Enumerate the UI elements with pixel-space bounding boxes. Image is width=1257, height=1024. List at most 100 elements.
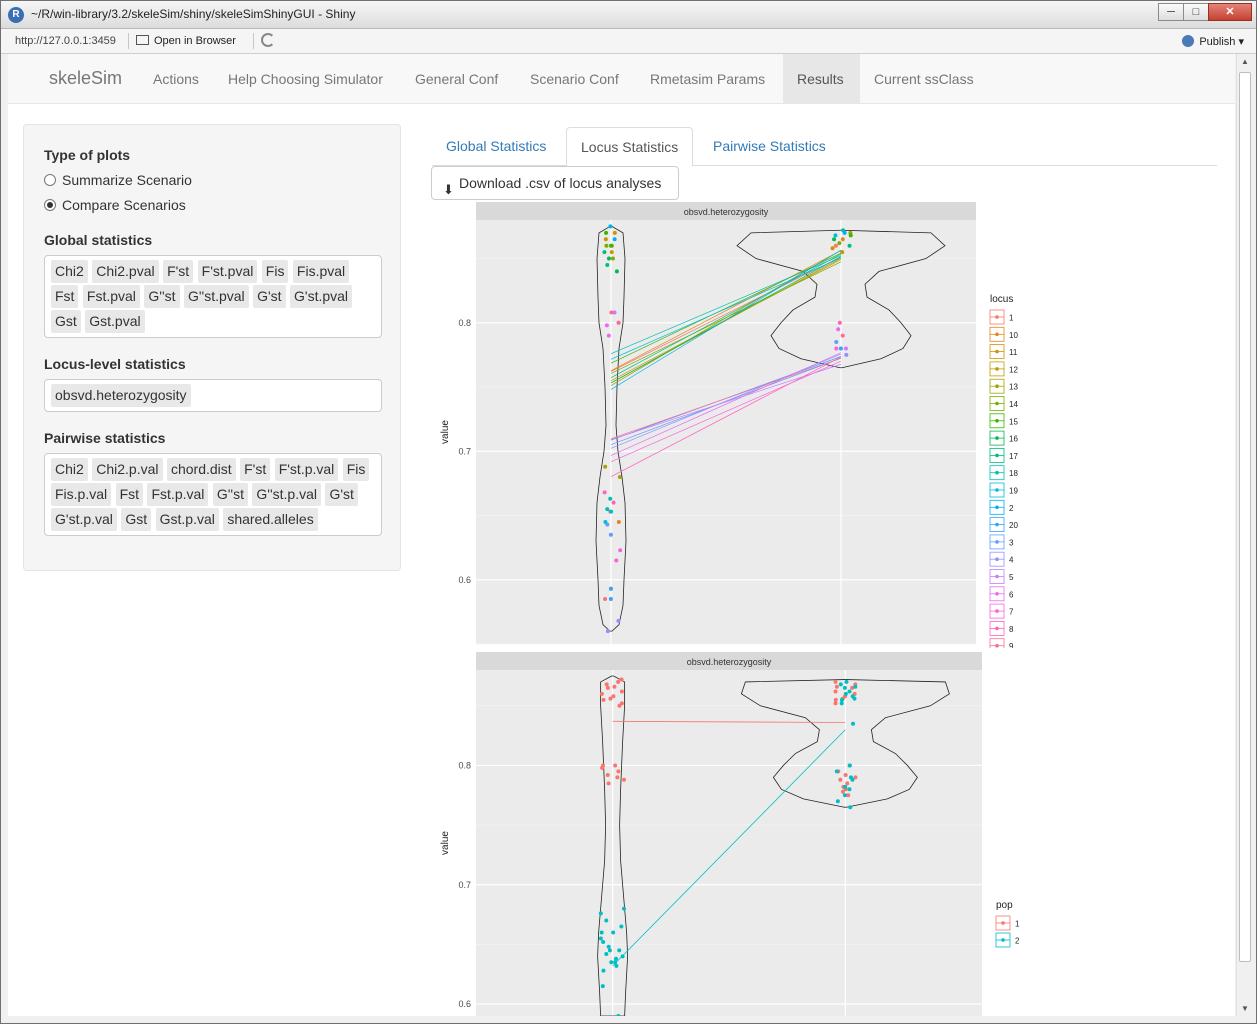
legend-entry: 15 <box>1009 417 1018 426</box>
selected-chip[interactable]: Fst.p.val <box>147 483 209 506</box>
url-display[interactable]: http://127.0.0.1:3459 <box>15 35 116 47</box>
selected-chip[interactable]: Gst.p.val <box>155 508 219 531</box>
data-point <box>616 618 621 623</box>
data-point <box>604 323 609 328</box>
y-tick-label: 0.7 <box>458 880 471 890</box>
data-point <box>853 684 858 689</box>
selected-chip[interactable]: shared.alleles <box>223 508 318 531</box>
scroll-down-icon[interactable]: ▼ <box>1241 1004 1249 1013</box>
maximize-button[interactable]: □ <box>1183 3 1209 21</box>
refresh-icon[interactable] <box>261 33 275 47</box>
data-point <box>839 701 844 706</box>
selected-chip[interactable]: G''st.p.val <box>252 483 322 506</box>
nav-actions[interactable]: Actions <box>139 54 213 104</box>
radio-dot[interactable] <box>44 199 56 211</box>
legend-entry: 12 <box>1009 365 1018 374</box>
data-point <box>610 256 615 261</box>
selected-chip[interactable]: F'st <box>163 260 194 283</box>
selected-chip[interactable]: chord.dist <box>166 458 236 481</box>
selected-chip[interactable]: G''st.pval <box>183 285 249 308</box>
data-point <box>850 777 855 782</box>
tab-locus-statistics[interactable]: Locus Statistics <box>566 127 694 167</box>
nav-current-ssclass[interactable]: Current ssClass <box>860 54 988 104</box>
nav-scenario-conf[interactable]: Scenario Conf <box>516 54 633 104</box>
data-point <box>836 327 841 332</box>
close-button[interactable]: ✕ <box>1208 3 1252 21</box>
pairwise-statistics-select[interactable]: Chi2 Chi2.p.val chord.dist F'st F'st.p.v… <box>44 453 382 536</box>
selected-chip[interactable]: Fst <box>115 483 144 506</box>
download-csv-button[interactable]: Download .csv of locus analyses <box>431 166 679 206</box>
selected-chip[interactable]: obsvd.heterozygosity <box>51 384 191 407</box>
pairwise-statistics-heading: Pairwise statistics <box>44 430 166 446</box>
data-point <box>842 230 847 235</box>
data-point <box>847 787 852 792</box>
selected-chip[interactable]: G'st <box>253 285 286 308</box>
selected-chip[interactable]: G'st.p.val <box>51 508 117 531</box>
selected-chip[interactable]: G'st <box>325 483 358 506</box>
selected-chip[interactable]: F'st.pval <box>197 260 258 283</box>
vertical-scrollbar[interactable]: ▲ ▼ <box>1236 54 1253 1016</box>
data-point <box>832 237 837 242</box>
scroll-up-icon[interactable]: ▲ <box>1241 57 1249 66</box>
data-point <box>598 911 603 916</box>
selected-chip[interactable]: G''st <box>144 285 180 308</box>
legend-entry: 19 <box>1009 487 1018 496</box>
legend-entry: 5 <box>1009 573 1014 582</box>
selected-chip[interactable]: Fis.p.val <box>51 483 112 506</box>
selected-chip[interactable]: Chi2.p.val <box>92 458 163 481</box>
selected-chip[interactable]: Chi2 <box>51 260 88 283</box>
download-icon <box>443 174 455 206</box>
data-point <box>605 685 610 690</box>
tab-global-statistics[interactable]: Global Statistics <box>432 127 560 166</box>
navbar-brand[interactable]: skeleSim <box>49 68 122 89</box>
legend-key-point <box>995 349 999 354</box>
nav-rmetasim-params[interactable]: Rmetasim Params <box>636 54 779 104</box>
tab-pairwise-statistics[interactable]: Pairwise Statistics <box>699 127 840 166</box>
data-point <box>848 233 853 238</box>
minimize-button[interactable]: ─ <box>1158 3 1184 21</box>
selected-chip[interactable]: Chi2 <box>51 458 88 481</box>
nav-help-choosing-simulator[interactable]: Help Choosing Simulator <box>214 54 397 104</box>
toolbar-divider <box>128 33 129 49</box>
selected-chip[interactable]: F'st <box>240 458 271 481</box>
scrollbar-thumb[interactable] <box>1239 72 1251 962</box>
data-point <box>848 805 853 810</box>
radio-summarize-scenario[interactable]: Summarize Scenario <box>44 172 192 188</box>
selected-chip[interactable]: Fst.pval <box>82 285 140 308</box>
selected-chip[interactable]: Fis <box>261 260 289 283</box>
data-point <box>613 763 618 768</box>
data-point <box>833 679 838 684</box>
legend-entry: 1 <box>1009 314 1014 323</box>
legend-entry: 2 <box>1009 504 1014 513</box>
selected-chip[interactable]: G'st.pval <box>290 285 353 308</box>
global-statistics-select[interactable]: Chi2 Chi2.pval F'st F'st.pval Fis Fis.pv… <box>44 255 382 338</box>
open-in-browser-button[interactable]: Open in Browser <box>136 35 236 47</box>
radio-compare-scenarios[interactable]: Compare Scenarios <box>44 197 186 213</box>
data-point <box>612 237 617 242</box>
selected-chip[interactable]: Gst <box>51 310 81 333</box>
nav-results[interactable]: Results <box>783 54 860 104</box>
selected-chip[interactable]: Fis <box>342 458 370 481</box>
selected-chip[interactable]: Gst <box>121 508 152 531</box>
data-point <box>604 230 609 235</box>
data-point <box>602 490 607 495</box>
legend-key-point <box>995 643 999 648</box>
selected-chip[interactable]: F'st.p.val <box>274 458 339 481</box>
legend-key-point <box>995 470 999 475</box>
nav-general-conf[interactable]: General Conf <box>401 54 512 104</box>
selected-chip[interactable]: Fis.pval <box>292 260 350 283</box>
data-point <box>847 763 852 768</box>
publish-button[interactable]: Publish ▾ <box>1182 35 1244 48</box>
locus-statistics-select[interactable]: obsvd.heterozygosity <box>44 379 382 412</box>
data-point <box>611 500 616 505</box>
radio-dot[interactable] <box>44 174 56 186</box>
selected-chip[interactable]: G''st <box>212 483 248 506</box>
legend-key-point <box>995 540 999 544</box>
legend-key-point <box>995 592 999 596</box>
data-point <box>621 906 626 911</box>
data-point <box>598 936 603 941</box>
selected-chip[interactable]: Chi2.pval <box>92 260 159 283</box>
selected-chip[interactable]: Gst.pval <box>85 310 145 333</box>
selected-chip[interactable]: Fst <box>51 285 79 308</box>
data-point <box>830 246 835 251</box>
